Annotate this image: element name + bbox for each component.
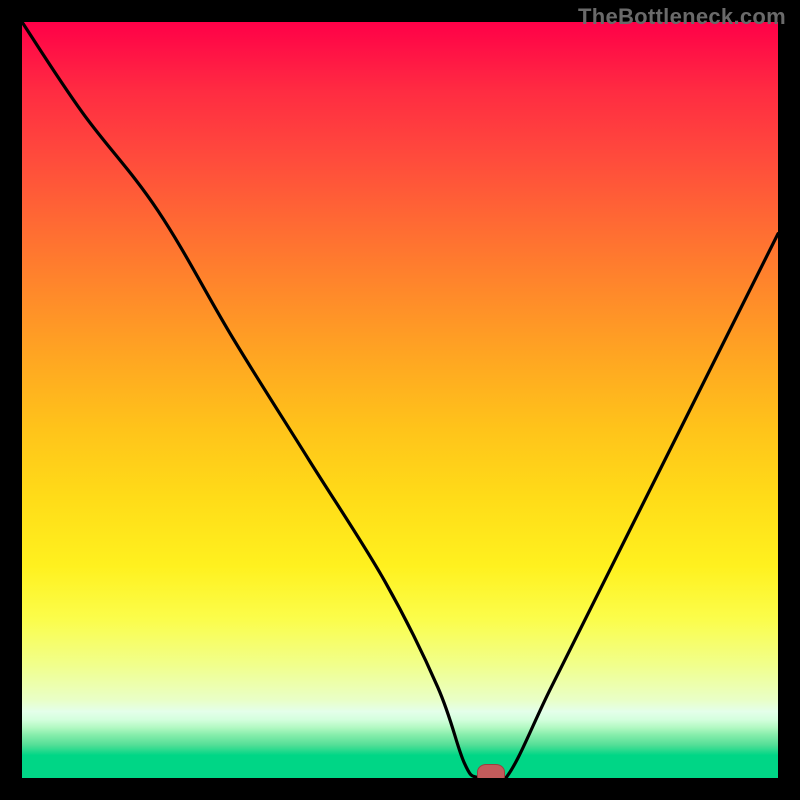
chart-frame: TheBottleneck.com — [0, 0, 800, 800]
curve-path — [22, 22, 778, 778]
plot-area — [22, 22, 778, 778]
watermark-text: TheBottleneck.com — [578, 4, 786, 30]
bottleneck-curve — [22, 22, 778, 778]
optimum-marker — [477, 764, 505, 778]
